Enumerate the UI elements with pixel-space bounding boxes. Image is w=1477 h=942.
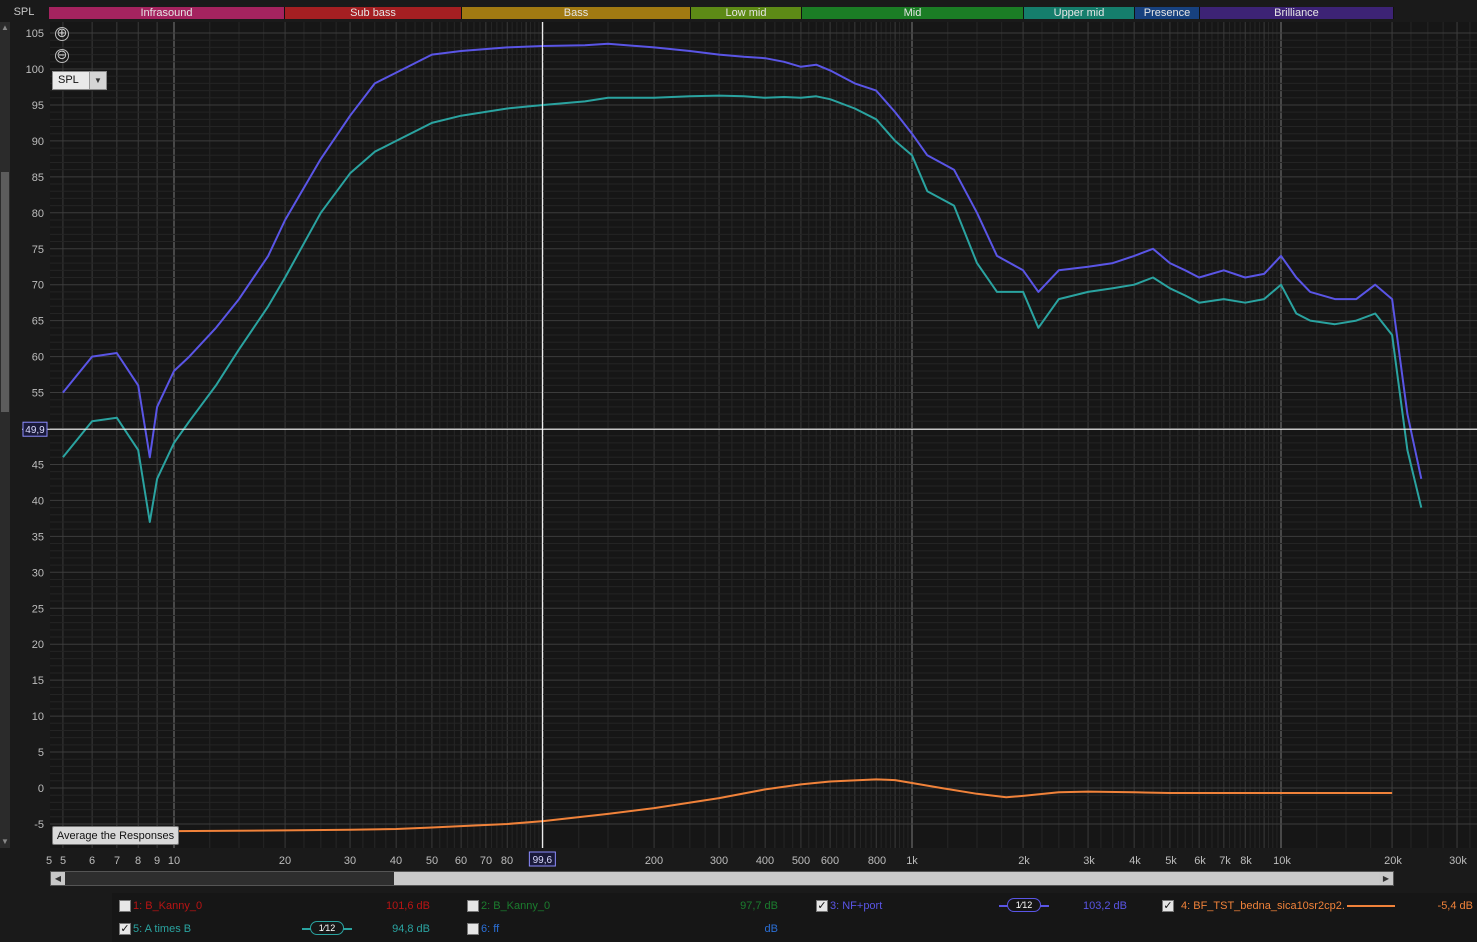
legend-checkbox-6[interactable] <box>467 923 479 935</box>
x-tick-label: 5 <box>46 855 52 867</box>
legend-checkbox-1[interactable] <box>119 900 131 912</box>
y-tick-label: 55 <box>32 388 44 400</box>
x-tick-label: 50 <box>426 855 438 867</box>
x-tick-label: 30k <box>1449 855 1467 867</box>
y-tick-label: 0 <box>38 783 44 795</box>
legend-label-5: 5: A times B <box>133 923 192 935</box>
y-tick-label: 25 <box>32 603 44 615</box>
legend-item-1[interactable]: 1: B_Kanny_0 101,6 dB <box>112 896 442 916</box>
cursor-y-readout: 49,9 <box>25 425 45 436</box>
legend-label-4: 4: BF_TST_bedna_sica10sr2cp2. <box>1181 900 1345 912</box>
vertical-scroll-thumb[interactable] <box>1 172 9 412</box>
x-tick-label: 20 <box>279 855 291 867</box>
x-tick-label: 200 <box>645 855 663 867</box>
legend-label-2: 2: B_Kanny_0 <box>481 900 551 912</box>
legend-value-6: dB <box>764 923 778 935</box>
measurement-legend: 1: B_Kanny_0 101,6 dB 2: B_Kanny_0 97,7 … <box>112 893 1477 942</box>
x-tick-label: 10k <box>1273 855 1291 867</box>
x-tick-label: 800 <box>868 855 886 867</box>
x-tick-label: 7k <box>1219 855 1231 867</box>
x-tick-label: 5k <box>1165 855 1177 867</box>
legend-item-5[interactable]: ✓ 5: A times B 1⁄12 94,8 dB <box>112 919 442 939</box>
scroll-right-icon[interactable]: ▶ <box>1379 872 1393 885</box>
y-tick-label: 60 <box>32 352 44 364</box>
y-tick-label: 90 <box>32 136 44 148</box>
y-tick-label: 100 <box>26 64 44 76</box>
y-tick-label: 10 <box>32 711 44 723</box>
horizontal-scroll-thumb[interactable] <box>394 872 1380 885</box>
y-tick-label: 65 <box>32 316 44 328</box>
legend-checkbox-3[interactable]: ✓ <box>816 900 828 912</box>
y-tick-label: 5 <box>38 747 44 759</box>
y-tick-label: 30 <box>32 567 44 579</box>
x-tick-label: 70 <box>480 855 492 867</box>
y-axis-select[interactable]: SPL ▼ <box>52 71 107 90</box>
x-tick-label: 9 <box>154 855 160 867</box>
y-axis-select-value: SPL <box>58 74 79 86</box>
legend-checkbox-2[interactable] <box>467 900 479 912</box>
y-tick-label: 105 <box>26 28 44 40</box>
x-tick-label: 5 <box>60 855 66 867</box>
legend-item-2[interactable]: 2: B_Kanny_0 97,7 dB <box>460 896 790 916</box>
smoothing-badge-5[interactable]: 1⁄12 <box>310 921 344 935</box>
legend-value-4: -5,4 dB <box>1437 900 1473 912</box>
legend-swatch-4 <box>1347 905 1395 907</box>
cursor-x-readout: 99,6 <box>533 855 553 866</box>
y-tick-label: 15 <box>32 675 44 687</box>
average-responses-button[interactable]: Average the Responses <box>52 826 179 845</box>
x-tick-label: 6k <box>1194 855 1206 867</box>
x-tick-label: 40 <box>390 855 402 867</box>
x-tick-label: 600 <box>821 855 839 867</box>
legend-label-3: 3: NF+port <box>830 900 883 912</box>
x-tick-label: 1k <box>906 855 918 867</box>
y-tick-label: -5 <box>34 819 44 831</box>
y-tick-label: 85 <box>32 172 44 184</box>
x-tick-label: 60 <box>455 855 467 867</box>
x-tick-label: 6 <box>89 855 95 867</box>
smoothing-badge-3[interactable]: 1⁄12 <box>1007 898 1041 912</box>
x-tick-label: 4k <box>1129 855 1141 867</box>
legend-item-4[interactable]: ✓ 4: BF_TST_bedna_sica10sr2cp2. -5,4 dB <box>1161 896 1475 916</box>
legend-item-6[interactable]: 6: ff dB <box>460 919 790 939</box>
y-tick-label: 45 <box>32 459 44 471</box>
legend-value-5: 94,8 dB <box>392 923 430 935</box>
x-tick-label: 8 <box>135 855 141 867</box>
y-tick-label: 75 <box>32 244 44 256</box>
spl-plot[interactable]: 1051009590858075706560554540353025201510… <box>0 0 1477 870</box>
x-tick-label: 500 <box>792 855 810 867</box>
scroll-up-icon[interactable]: ▲ <box>0 22 10 34</box>
x-tick-label: 20k <box>1384 855 1402 867</box>
zoom-out-icon[interactable]: ⊖ <box>55 49 69 63</box>
y-tick-label: 70 <box>32 280 44 292</box>
x-tick-label: 7 <box>114 855 120 867</box>
x-tick-label: 80 <box>501 855 513 867</box>
chevron-down-icon[interactable]: ▼ <box>89 72 106 89</box>
legend-value-3: 103,2 dB <box>1082 900 1127 912</box>
x-tick-label: 8k <box>1240 855 1252 867</box>
legend-label-6: 6: ff <box>481 923 500 935</box>
legend-value-2: 97,7 dB <box>740 900 778 912</box>
horizontal-scrollbar[interactable]: ◀ ▶ <box>50 871 1394 886</box>
scroll-left-icon[interactable]: ◀ <box>51 872 65 885</box>
y-tick-label: 35 <box>32 531 44 543</box>
x-tick-label: 30 <box>344 855 356 867</box>
vertical-scrollbar[interactable]: ▲ ▼ <box>0 22 10 848</box>
x-tick-label: 400 <box>756 855 774 867</box>
y-tick-label: 80 <box>32 208 44 220</box>
x-tick-label: 300 <box>710 855 728 867</box>
x-tick-label: 10 <box>168 855 180 867</box>
y-tick-label: 95 <box>32 100 44 112</box>
x-tick-label: 2k <box>1018 855 1030 867</box>
rew-spl-window: Infrasound Sub bass Bass Low mid Mid Upper mi… <box>0 0 1477 942</box>
legend-checkbox-4[interactable]: ✓ <box>1162 900 1174 912</box>
y-tick-label: 20 <box>32 639 44 651</box>
x-tick-label: 3k <box>1083 855 1095 867</box>
scroll-down-icon[interactable]: ▼ <box>0 836 10 848</box>
zoom-in-icon[interactable]: ⊕ <box>55 27 69 41</box>
legend-item-3[interactable]: ✓ 3: NF+port 1⁄12 103,2 dB <box>809 896 1139 916</box>
y-tick-label: 40 <box>32 495 44 507</box>
legend-checkbox-5[interactable]: ✓ <box>119 923 131 935</box>
legend-value-1: 101,6 dB <box>385 900 430 912</box>
legend-label-1: 1: B_Kanny_0 <box>133 900 203 912</box>
